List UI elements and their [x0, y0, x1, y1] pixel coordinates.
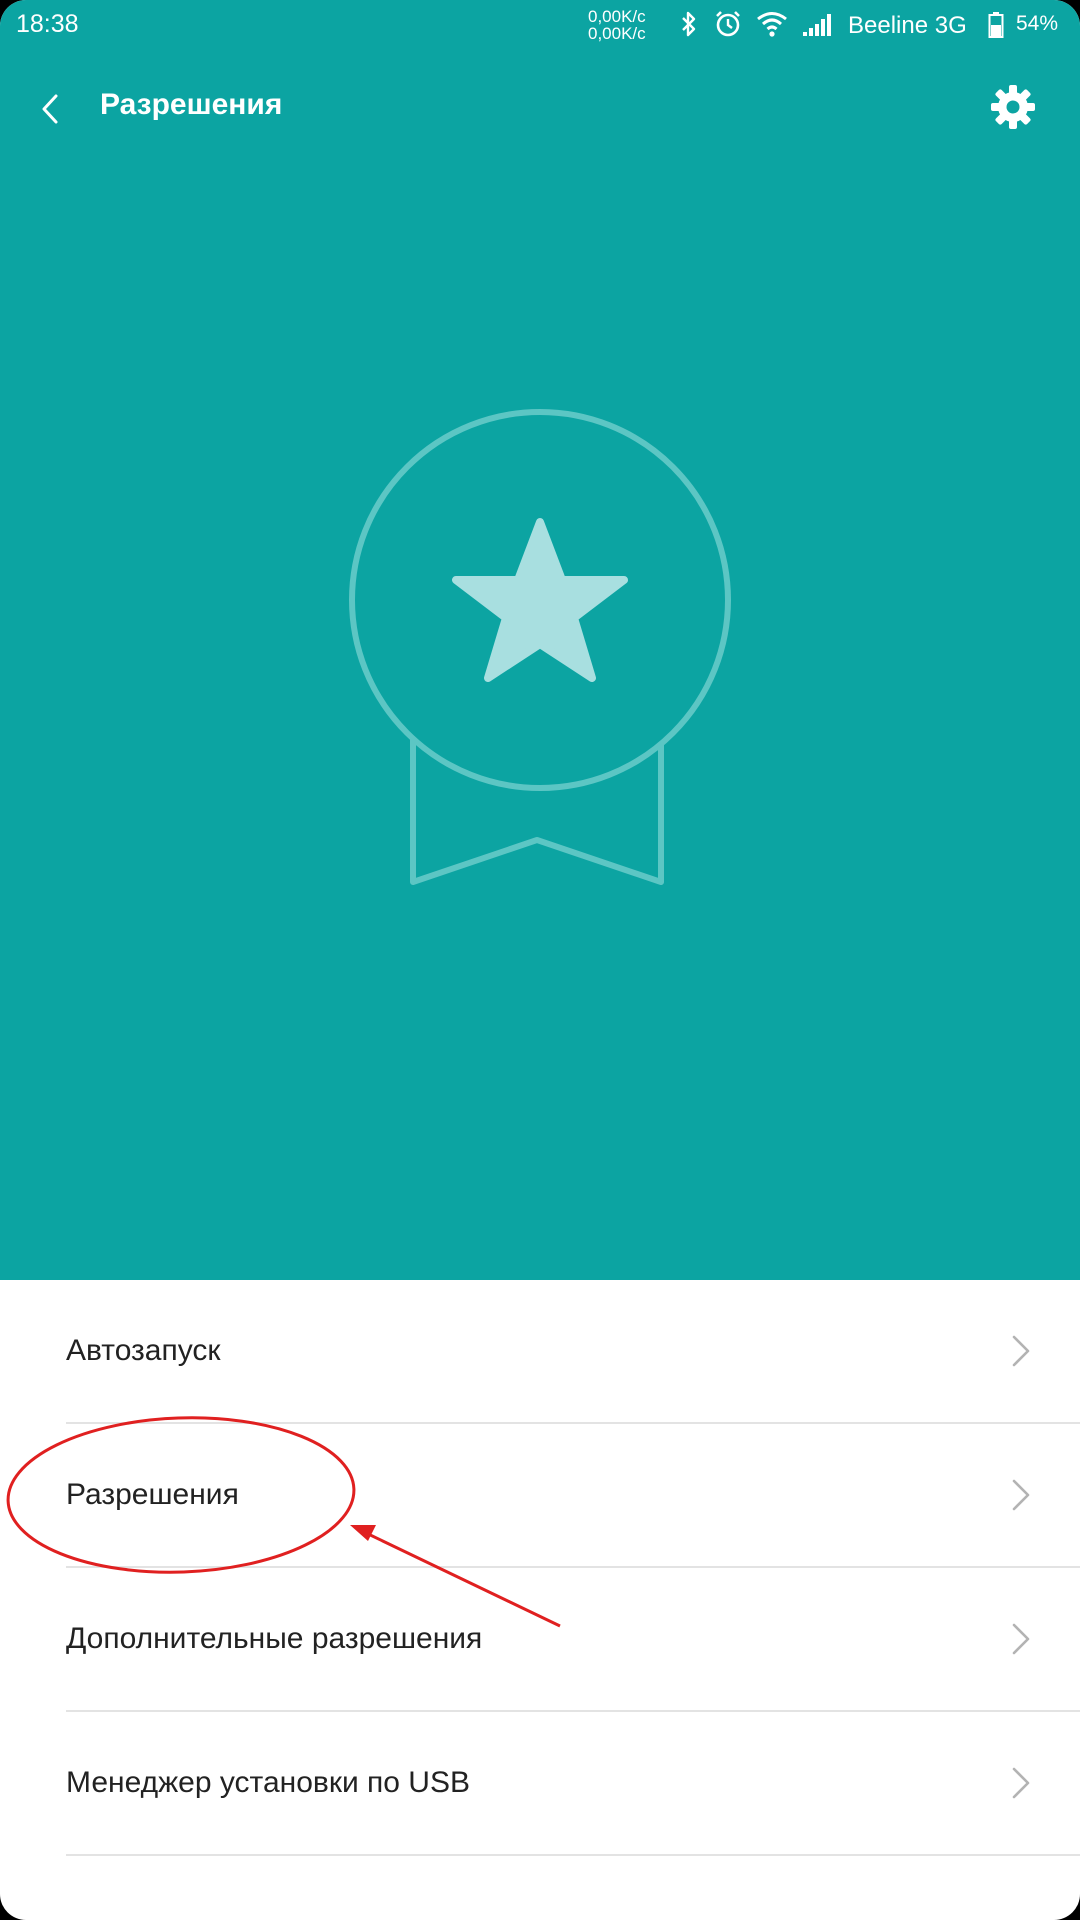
menu-item-usb-install-manager[interactable]: Менеджер установки по USB — [66, 1712, 1080, 1856]
net-speed-down: 0,00K/c — [588, 24, 646, 43]
bluetooth-icon — [682, 11, 696, 37]
network-speed: 0,00K/c 0,00K/c — [588, 8, 668, 42]
page-title: Разрешения — [100, 88, 283, 121]
menu-item-permissions[interactable]: Разрешения — [66, 1424, 1080, 1568]
menu-item-label: Менеджер установки по USB — [66, 1766, 470, 1799]
permissions-menu: Автозапуск Разрешения Дополнительные раз… — [0, 1280, 1080, 1856]
menu-item-additional-permissions[interactable]: Дополнительные разрешения — [66, 1568, 1080, 1712]
status-time: 18:38 — [16, 10, 79, 38]
battery-percent: 54% — [1016, 12, 1059, 35]
net-speed-up: 0,00K/c — [588, 7, 646, 26]
chevron-right-icon — [1012, 1767, 1030, 1799]
carrier-name: Beeline 3G — [848, 12, 967, 39]
medal-star-icon — [349, 409, 731, 885]
menu-item-label: Автозапуск — [66, 1334, 221, 1367]
alarm-icon — [716, 11, 740, 37]
status-bar: 18:38 0,00K/c 0,00K/c Beeline 3G 54% — [0, 0, 1080, 52]
chevron-right-icon — [1012, 1335, 1030, 1367]
menu-item-label: Разрешения — [66, 1478, 239, 1511]
signal-icon — [803, 14, 831, 36]
menu-item-label: Дополнительные разрешения — [66, 1622, 483, 1655]
gear-icon[interactable] — [988, 82, 1038, 132]
back-button[interactable] — [28, 86, 74, 132]
chevron-right-icon — [1012, 1623, 1030, 1655]
battery-icon — [988, 12, 1004, 38]
hero-banner: 18:38 0,00K/c 0,00K/c Beeline 3G 54% Раз… — [0, 0, 1080, 1280]
menu-item-autostart[interactable]: Автозапуск — [66, 1280, 1080, 1424]
screen: 18:38 0,00K/c 0,00K/c Beeline 3G 54% Раз… — [0, 0, 1080, 1920]
wifi-icon — [757, 12, 787, 37]
chevron-right-icon — [1012, 1479, 1030, 1511]
